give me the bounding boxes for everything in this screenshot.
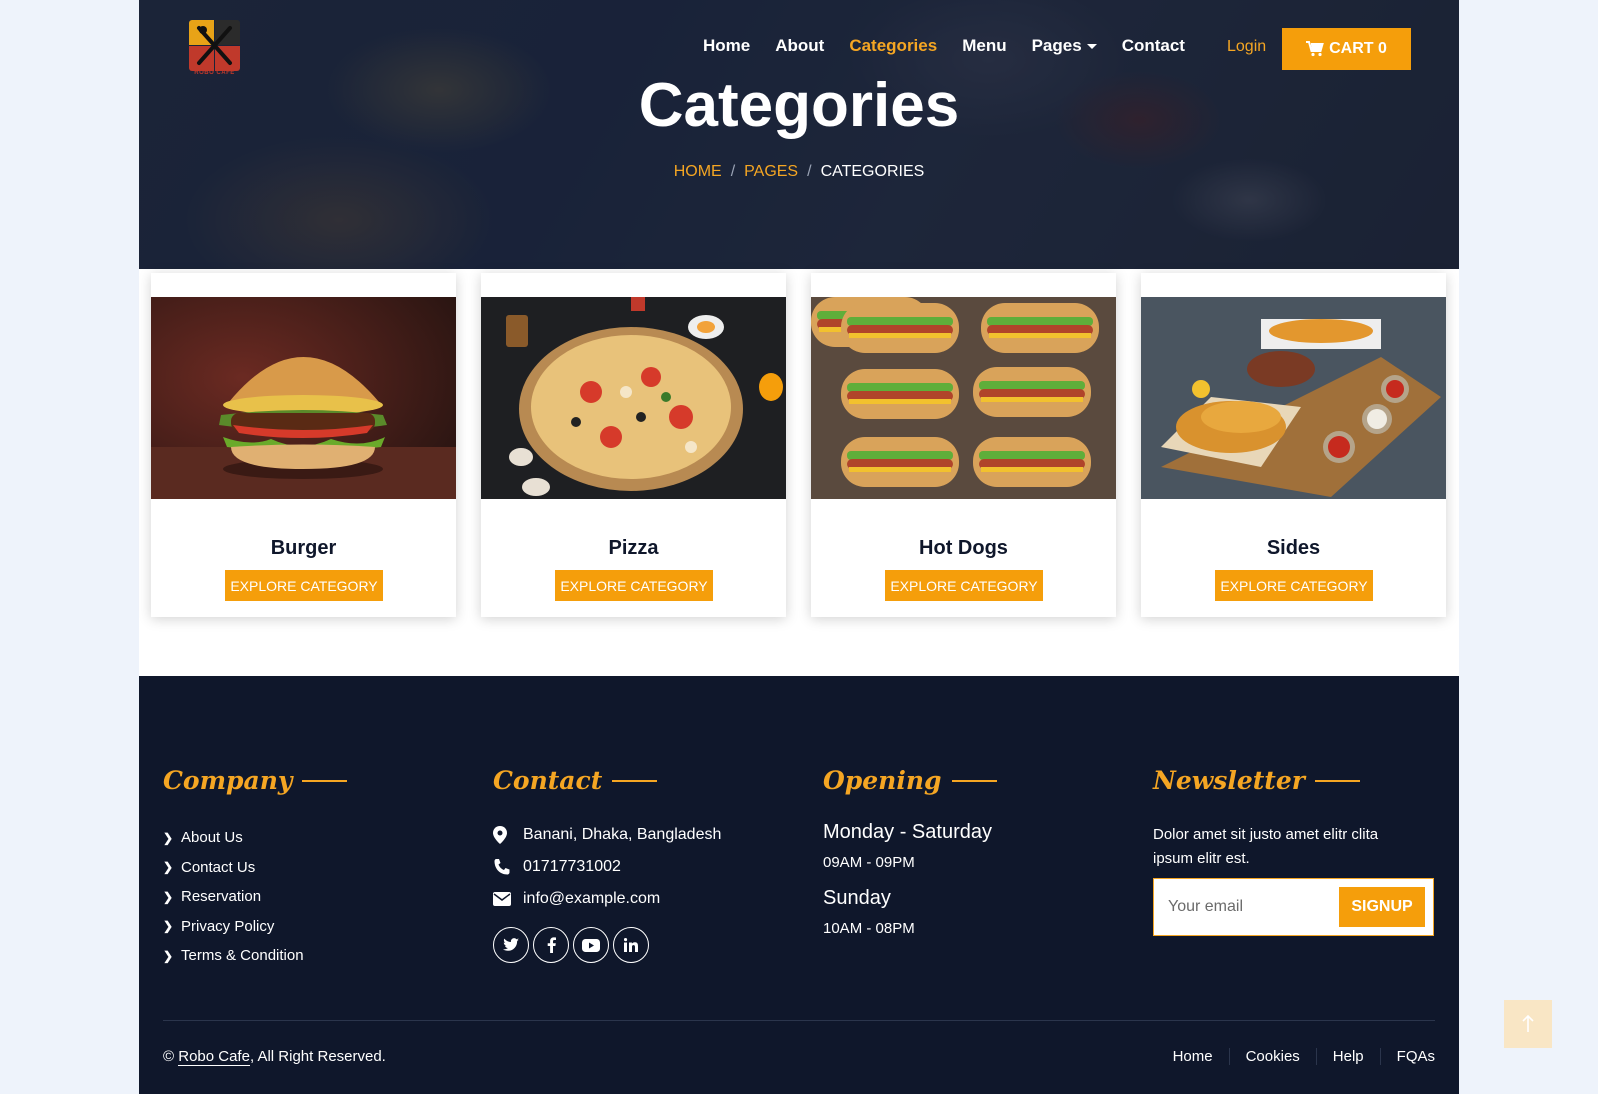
category-name: Burger xyxy=(270,537,337,559)
explore-category-button[interactable]: EXPLORE CATEGORY xyxy=(225,570,383,601)
nav-home[interactable]: Home xyxy=(703,36,750,56)
footer-link-privacy-policy[interactable]: ❯ Privacy Policy xyxy=(163,912,347,942)
breadcrumb: HOME / PAGES / CATEGORIES xyxy=(673,163,925,181)
category-name: Pizza xyxy=(608,537,659,559)
facebook-icon[interactable] xyxy=(533,927,569,963)
page: ROBO CAFE Home About Categories Menu Pag… xyxy=(139,0,1459,1094)
hero-header: ROBO CAFE Home About Categories Menu Pag… xyxy=(139,0,1459,269)
category-cards: Burger EXPLORE CATEGORY Pizza EXPLORE CA… xyxy=(151,273,1447,617)
company-links: ❯ About Us ❯ Contact Us ❯ Reservation ❯ Priv… xyxy=(163,823,347,971)
opening-hours: 09AM - 09PM xyxy=(823,854,915,871)
sides-image xyxy=(1141,297,1446,499)
copyright-brand-link[interactable]: Robo Cafe xyxy=(178,1048,250,1066)
footer-link-contact-us[interactable]: ❯ Contact Us xyxy=(163,853,347,883)
newsletter-form: SIGNUP xyxy=(1153,878,1434,936)
nav-contact[interactable]: Contact xyxy=(1122,36,1185,56)
chevron-right-icon: ❯ xyxy=(163,830,174,845)
chevron-right-icon: ❯ xyxy=(163,948,174,963)
site-footer: Company ❯ About Us ❯ Contact Us ❯ Reservati… xyxy=(139,676,1459,1094)
footer-link-about-us[interactable]: ❯ About Us xyxy=(163,823,347,853)
explore-category-button[interactable]: EXPLORE CATEGORY xyxy=(555,570,713,601)
footer-newsletter: Newsletter Dolor amet sit justo amet eli… xyxy=(1153,766,1443,1046)
nav-menu[interactable]: Menu xyxy=(962,36,1006,56)
footer-contact: Contact Banani, Dhaka, Bangladesh 017177… xyxy=(493,766,721,963)
category-name: Hot Dogs xyxy=(919,537,1008,559)
contact-address: Banani, Dhaka, Bangladesh xyxy=(493,819,721,851)
footer-heading: Contact xyxy=(493,766,721,795)
footer-bottom-home[interactable]: Home xyxy=(1157,1048,1229,1065)
explore-category-button[interactable]: EXPLORE CATEGORY xyxy=(885,570,1043,601)
category-card-sides: Sides EXPLORE CATEGORY xyxy=(1141,273,1446,617)
cart-label: CART 0 xyxy=(1329,40,1387,57)
opening-day: Monday - Saturday xyxy=(823,821,992,843)
footer-bottom-fqas[interactable]: FQAs xyxy=(1379,1048,1435,1065)
burger-image xyxy=(151,297,456,499)
signup-button[interactable]: SIGNUP xyxy=(1339,887,1425,927)
footer-link-terms[interactable]: ❯ Terms & Condition xyxy=(163,941,347,971)
category-name: Sides xyxy=(1266,537,1321,559)
breadcrumb-pages[interactable]: PAGES xyxy=(744,163,798,181)
pizza-image xyxy=(481,297,786,499)
breadcrumb-home[interactable]: HOME xyxy=(674,163,722,181)
page-title: Categories xyxy=(638,71,960,140)
nav-pages-label: Pages xyxy=(1031,36,1082,55)
category-card-burger: Burger EXPLORE CATEGORY xyxy=(151,273,456,617)
chevron-right-icon: ❯ xyxy=(163,860,174,875)
newsletter-text: Dolor amet sit justo amet elitr clita ip… xyxy=(1153,826,1379,867)
nav-pages-dropdown[interactable]: Pages xyxy=(1032,36,1097,56)
contact-phone: 01717731002 xyxy=(493,851,721,883)
footer-bottom-links: Home Cookies Help FQAs xyxy=(1157,1048,1435,1065)
category-card-pizza: Pizza EXPLORE CATEGORY xyxy=(481,273,786,617)
opening-hours: 10AM - 08PM xyxy=(823,920,915,937)
youtube-icon[interactable] xyxy=(573,927,609,963)
copyright: © Robo Cafe, All Right Reserved. xyxy=(163,1048,386,1066)
shopping-cart-icon xyxy=(1306,41,1324,57)
hot-dogs-image xyxy=(811,297,1116,499)
footer-bottom-cookies[interactable]: Cookies xyxy=(1228,1048,1316,1065)
nav-categories[interactable]: Categories xyxy=(849,36,937,56)
chevron-right-icon: ❯ xyxy=(163,919,174,934)
email-field[interactable] xyxy=(1168,893,1338,921)
footer-heading: Newsletter xyxy=(1153,766,1443,795)
phone-icon xyxy=(493,858,523,876)
map-marker-icon xyxy=(493,826,523,844)
back-to-top-button[interactable] xyxy=(1504,1000,1552,1048)
footer-bottom-help[interactable]: Help xyxy=(1315,1048,1380,1065)
cart-button[interactable]: CART 0 xyxy=(1282,28,1411,70)
breadcrumb-current: CATEGORIES xyxy=(820,163,925,180)
chevron-right-icon: ❯ xyxy=(163,889,174,904)
contact-email: info@example.com xyxy=(493,883,721,915)
explore-category-button[interactable]: EXPLORE CATEGORY xyxy=(1215,570,1373,601)
login-link[interactable]: Login xyxy=(1227,38,1266,56)
arrow-up-icon xyxy=(1522,1015,1534,1032)
envelope-icon xyxy=(493,892,523,906)
footer-heading: Company xyxy=(163,766,348,795)
footer-opening: Opening Monday - Saturday 09AM - 09PM Su… xyxy=(823,766,997,937)
footer-heading: Opening xyxy=(823,766,997,795)
linkedin-icon[interactable] xyxy=(613,927,649,963)
opening-day: Sunday xyxy=(823,887,891,909)
category-card-hot-dogs: Hot Dogs EXPLORE CATEGORY xyxy=(811,273,1116,617)
twitter-icon[interactable] xyxy=(493,927,529,963)
footer-company: Company ❯ About Us ❯ Contact Us ❯ Reservati… xyxy=(163,766,348,971)
social-links xyxy=(493,927,721,963)
main-nav: Home About Categories Menu Pages Contact xyxy=(703,36,1210,56)
footer-link-reservation[interactable]: ❯ Reservation xyxy=(163,882,347,912)
footer-divider xyxy=(163,1020,1435,1021)
nav-about[interactable]: About xyxy=(775,36,824,56)
chevron-down-icon xyxy=(1086,43,1097,49)
